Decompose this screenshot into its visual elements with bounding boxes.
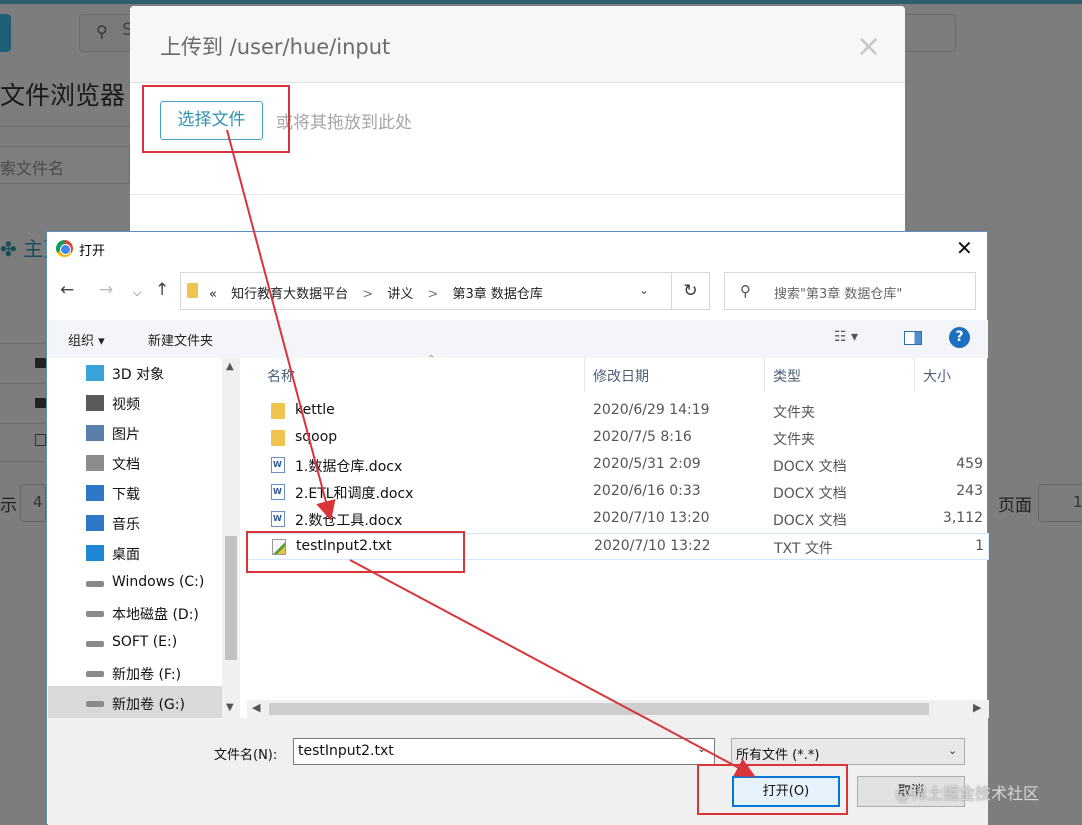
watermark: @稀土掘金技术社区 [895,784,1040,803]
annotation-arrows [226,129,756,777]
arrow-to-open [349,559,756,777]
arrow-to-file [226,129,336,521]
